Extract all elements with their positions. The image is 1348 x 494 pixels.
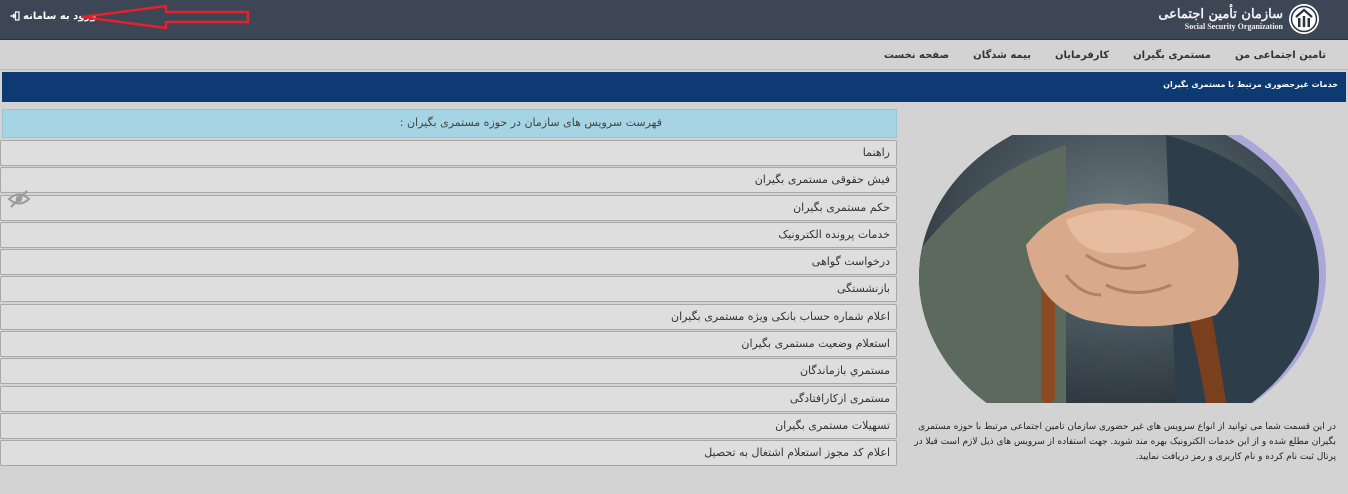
nav-insured[interactable]: بیمه شدگان [961,50,1043,61]
services-heading: فهرست سرویس های سازمان در حوزه مستمری بگ… [2,109,897,138]
logo-text: سازمان تأمین اجتماعی Social Security Org… [1145,7,1283,32]
nav-pensioners[interactable]: مستمری بگیران [1121,50,1223,61]
service-item-retirement[interactable]: بازنشستگی [0,276,897,303]
nav-home[interactable]: صفحه نخست [872,50,961,61]
service-item-facilities[interactable]: تسهیلات مستمری بگیران [0,412,897,439]
services-list: راهنما فیش حقوقی مستمری بگیران حکم مستمر… [0,140,897,468]
logo-title: سازمان تأمین اجتماعی [1158,6,1283,22]
sign-in-icon [10,11,20,21]
logo-subtitle: Social Security Organization [1184,21,1283,31]
nav-employers[interactable]: کارفرمایان [1043,50,1121,61]
nav-my-ssio[interactable]: تامین اجتماعی من [1223,50,1338,61]
red-arrow-annotation [80,4,250,30]
page-title: خدمات غیرحضوری مرتبط با مستمری بگیران [1163,80,1338,89]
service-item-certificate-request[interactable]: درخواست گواهی [0,249,897,276]
service-item-disability-pension[interactable]: مستمری ازکارافتادگی [0,385,897,412]
service-item-electronic-file[interactable]: خدمات پرونده الکترونیک [0,221,897,248]
service-item-status-inquiry[interactable]: استعلام وضعیت مستمری بگیران [0,331,897,358]
eye-slash-icon[interactable] [5,185,33,213]
pensioner-hands-photo [919,135,1326,403]
main-nav: صفحه نخست بیمه شدگان کارفرمایان مستمری ب… [0,40,1348,70]
service-item-survivors-pension[interactable]: مستمري بازماندگان [0,358,897,385]
top-header: ورود به سامانه سازمان تأمین اجتماعی Soci… [0,0,1348,40]
service-item-guide[interactable]: راهنما [0,140,897,166]
service-item-payslip[interactable]: فیش حقوقی مستمری بگیران [0,167,897,194]
service-item-education-permit[interactable]: اعلام کد مجوز استعلام اشتغال به تحصیل [0,440,897,467]
site-logo[interactable]: سازمان تأمین اجتماعی Social Security Org… [1145,2,1320,36]
description-text: در این قسمت شما می توانید از انواع سرویس… [914,422,1336,462]
service-item-pension-decree[interactable]: حکم مستمری بگیران [0,194,897,221]
ssl-emblem-icon [1289,4,1319,34]
service-item-bank-account[interactable]: اعلام شماره حساب بانکی ویژه مستمری بگیرا… [0,303,897,330]
page-banner: خدمات غیرحضوری مرتبط با مستمری بگیران [2,72,1346,102]
